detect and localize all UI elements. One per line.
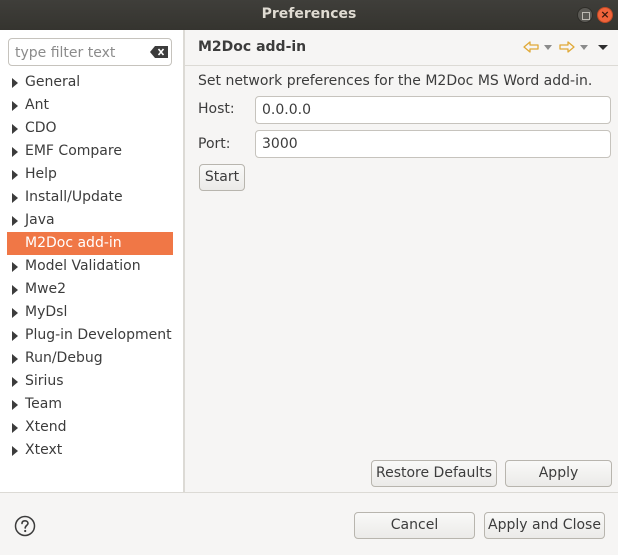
maximize-button[interactable] [577,7,593,23]
tree-item[interactable]: Install/Update [0,186,183,209]
expand-arrow-icon[interactable] [12,423,18,433]
page-header: M2Doc add-in [185,30,618,66]
tree-item[interactable]: M2Doc add-in [7,232,173,255]
forward-history-dropdown-icon[interactable] [579,39,589,55]
chevron-down-icon[interactable] [597,39,609,55]
preference-tree-pane: General Ant CDO EMF Compare Help Install/Upda… [0,30,183,492]
apply-button[interactable]: Apply [505,460,612,487]
tree-item-label: Install/Update [25,189,123,205]
tree-item-label: General [25,74,81,90]
cancel-button[interactable]: Cancel [354,512,475,539]
tree-item-label: Run/Debug [25,350,103,366]
back-history-dropdown-icon[interactable] [543,39,553,55]
window-title: Preferences [261,6,357,22]
tree-item-label: Model Validation [25,258,141,274]
expand-arrow-icon[interactable] [12,170,18,180]
expand-arrow-icon[interactable] [12,285,18,295]
tree-item[interactable]: Mwe2 [0,278,183,301]
dialog-button-bar: Cancel Apply and Close [0,492,618,555]
restore-defaults-button[interactable]: Restore Defaults [371,460,497,487]
expand-arrow-icon[interactable] [12,101,18,111]
tree-item-label: Help [25,166,57,182]
expand-arrow-icon[interactable] [12,331,18,341]
tree-item[interactable]: Help [0,163,183,186]
arrow-left-icon[interactable] [523,39,539,55]
tree-item[interactable]: Xtend [0,416,183,439]
tree-item-label: MyDsl [25,304,68,320]
tree-item[interactable]: Plug-in Development [0,324,183,347]
host-label: Host: [198,101,235,117]
expand-arrow-icon[interactable] [12,400,18,410]
expand-arrow-icon[interactable] [12,78,18,88]
page-title: M2Doc add-in [198,39,307,55]
host-input[interactable] [255,96,611,124]
expand-arrow-icon[interactable] [12,377,18,387]
tree-item[interactable]: Model Validation [0,255,183,278]
page-description: Set network preferences for the M2Doc MS… [198,73,593,89]
pane-divider[interactable] [183,30,185,492]
expand-arrow-icon[interactable] [12,147,18,157]
tree-item-label: EMF Compare [25,143,122,159]
tree-item[interactable]: Sirius [0,370,183,393]
tree-item[interactable]: General [0,71,183,94]
tree-item-label: Sirius [25,373,64,389]
clear-filter-icon[interactable] [150,46,168,58]
apply-and-close-button[interactable]: Apply and Close [484,512,605,539]
tree-item-label: Plug-in Development [25,327,172,343]
expand-arrow-icon[interactable] [12,262,18,272]
expand-arrow-icon[interactable] [12,446,18,456]
tree-item[interactable]: Run/Debug [0,347,183,370]
tree-item[interactable]: MyDsl [0,301,183,324]
tree-item-label: Mwe2 [25,281,67,297]
expand-arrow-icon[interactable] [12,354,18,364]
tree-item-label: Xtend [25,419,67,435]
arrow-right-icon[interactable] [559,39,575,55]
tree-item[interactable]: Team [0,393,183,416]
tree-item[interactable]: Ant [0,94,183,117]
tree-item-label: Xtext [25,442,63,458]
port-label: Port: [198,136,231,152]
filter-input[interactable] [15,43,141,62]
tree-item[interactable]: Java [0,209,183,232]
start-button[interactable]: Start [199,164,245,191]
tree-item[interactable]: EMF Compare [0,140,183,163]
tree-item-label: CDO [25,120,57,136]
expand-arrow-icon[interactable] [12,308,18,318]
close-button[interactable]: × [597,7,613,23]
filter-box [8,38,172,66]
tree-item[interactable]: CDO [0,117,183,140]
tree-item-label: Ant [25,97,49,113]
tree-item-label: Java [25,212,55,228]
preference-tree: General Ant CDO EMF Compare Help Install/Upda… [0,71,183,462]
expand-arrow-icon[interactable] [12,193,18,203]
expand-arrow-icon[interactable] [12,216,18,226]
tree-item[interactable]: Xtext [0,439,183,462]
tree-item-label: Team [25,396,63,412]
port-input[interactable] [255,130,611,158]
title-bar: Preferences × [0,0,618,30]
help-icon[interactable] [14,515,36,537]
expand-arrow-icon[interactable] [12,124,18,134]
tree-item-label: M2Doc add-in [25,235,122,251]
